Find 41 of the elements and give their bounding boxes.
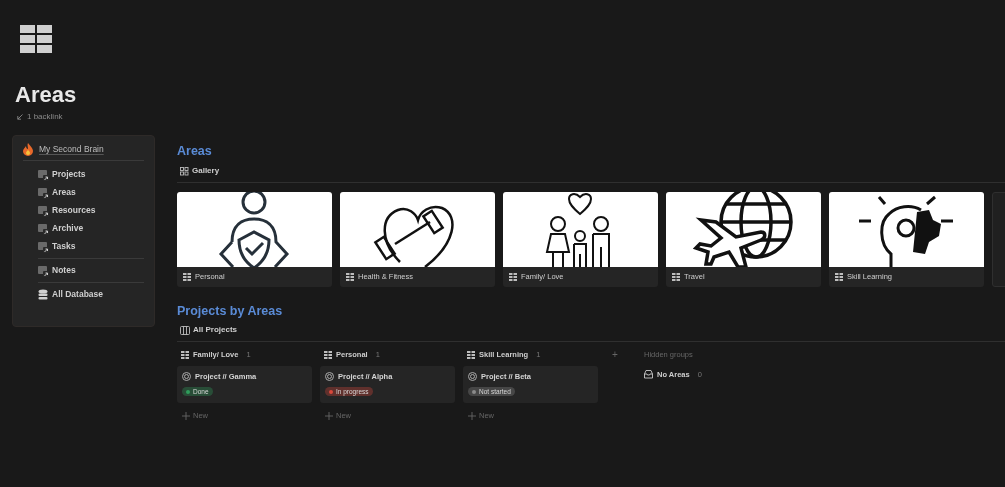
linked-page-icon: [38, 204, 50, 217]
gallery-icon: [180, 166, 189, 176]
linked-page-icon: [38, 264, 50, 277]
linked-page-icon: [38, 240, 50, 253]
plus-icon: [468, 411, 476, 420]
section-heading: Areas: [177, 143, 213, 159]
table-icon: [181, 351, 189, 359]
table-icon: [183, 273, 191, 281]
inbox-icon: [644, 370, 653, 380]
plus-icon: [182, 411, 190, 420]
table-icon: [346, 273, 354, 281]
table-icon: [324, 351, 332, 359]
section-heading: Projects by Areas: [177, 303, 283, 319]
table-icon: [835, 273, 843, 281]
target-icon: [325, 372, 334, 382]
linked-page-icon: [38, 186, 50, 199]
sidebar-title-link[interactable]: My Second Brain: [39, 143, 104, 156]
linked-page-icon: [38, 168, 50, 181]
table-icon: [509, 273, 517, 281]
backlink-arrow-icon: [17, 114, 23, 120]
sidebar-link[interactable]: All Database: [52, 288, 104, 301]
sidebar-link[interactable]: Resources: [52, 204, 96, 217]
table-icon: [20, 25, 52, 53]
linked-page-icon: [38, 222, 50, 235]
database-icon: [38, 289, 50, 300]
backlink-link[interactable]: 1 backlink: [27, 111, 63, 123]
view-tab[interactable]: All Projects: [180, 324, 237, 336]
target-icon: [468, 372, 477, 382]
view-tab[interactable]: Gallery: [180, 165, 220, 177]
sidebar-link[interactable]: Tasks: [52, 240, 76, 253]
table-icon: [672, 273, 680, 281]
sidebar-link[interactable]: Archive: [52, 222, 84, 235]
board-icon: [180, 325, 190, 335]
target-icon: [182, 372, 191, 382]
sidebar-link[interactable]: Projects: [52, 168, 86, 181]
sidebar-link[interactable]: Areas: [52, 186, 76, 199]
table-icon: [467, 351, 475, 359]
plus-icon: [325, 411, 333, 420]
sidebar-link[interactable]: Notes: [52, 264, 76, 277]
fire-icon: [23, 143, 33, 156]
page-title: Areas: [15, 82, 77, 108]
